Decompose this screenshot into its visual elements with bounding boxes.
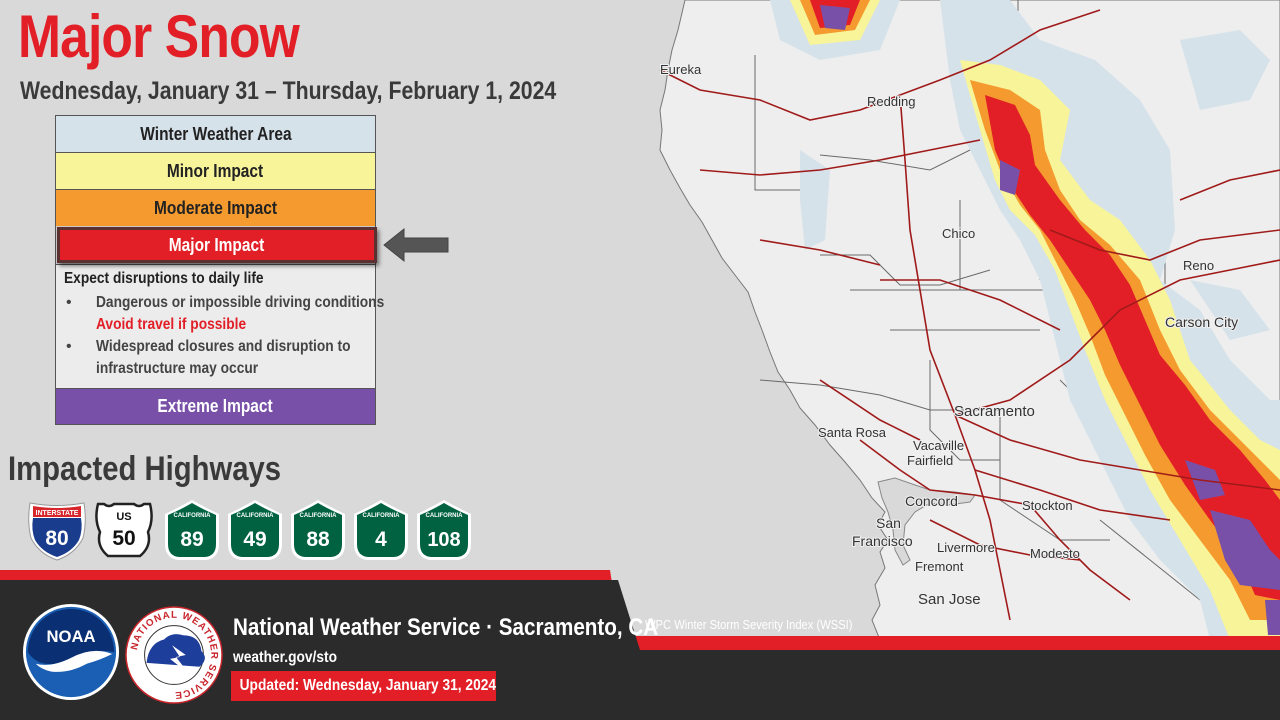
city-label: Redding: [867, 94, 915, 109]
legend-major-impact-row: Major Impact: [55, 226, 377, 264]
us-50-shield-icon: US 50: [95, 502, 153, 558]
city-label: Reno: [1183, 258, 1214, 273]
svg-text:50: 50: [112, 527, 135, 550]
svg-text:80: 80: [45, 527, 68, 550]
svg-text:4: 4: [375, 528, 387, 551]
nws-logo-icon: NATIONAL WEATHER SERVICE: [125, 606, 223, 704]
impact-legend: Winter Weather Area Minor Impact Moderat…: [55, 115, 385, 425]
city-label: Fairfield: [907, 453, 953, 468]
svg-text:US: US: [116, 511, 131, 523]
map-source-label: WPC Winter Storm Severity Index (WSSI): [645, 617, 853, 632]
california-88-shield-icon: CALIFORNIA 88: [291, 500, 345, 560]
office-website-link[interactable]: weather.gov/sto: [233, 649, 337, 667]
city-label: Carson City: [1165, 314, 1238, 330]
svg-text:INTERSTATE: INTERSTATE: [36, 510, 79, 517]
legend-minor-impact: Minor Impact: [55, 152, 376, 189]
city-label: Modesto: [1030, 546, 1080, 561]
details-bullet: • Widespread closures and disruption to: [66, 338, 351, 355]
noaa-logo-icon: NOAA: [22, 603, 120, 701]
highways-title: Impacted Highways: [8, 450, 281, 488]
city-label: Stockton: [1022, 498, 1073, 513]
city-label: Eureka: [660, 62, 702, 77]
city-label: Francisco: [852, 533, 913, 549]
california-49-shield-icon: CALIFORNIA 49: [228, 500, 282, 560]
svg-text:89: 89: [180, 528, 203, 551]
city-label: Chico: [942, 226, 975, 241]
svg-text:NOAA: NOAA: [46, 627, 95, 646]
svg-text:49: 49: [243, 528, 266, 551]
svg-text:CALIFORNIA: CALIFORNIA: [300, 513, 338, 519]
office-name: National Weather Service · Sacramento, C…: [233, 614, 659, 641]
legend-moderate-impact: Moderate Impact: [55, 189, 376, 226]
details-bullet-continued: infrastructure may occur: [96, 360, 259, 377]
major-impact-details: Expect disruptions to daily life • Danger…: [55, 264, 385, 388]
city-label: San: [876, 515, 901, 531]
date-range: Wednesday, January 31 – Thursday, Februa…: [20, 77, 557, 105]
pointer-arrow-icon: [383, 227, 449, 263]
details-heading: Expect disruptions to daily life: [64, 270, 264, 287]
svg-text:CALIFORNIA: CALIFORNIA: [174, 513, 212, 519]
legend-major-impact: Major Impact: [57, 227, 377, 263]
svg-text:108: 108: [427, 529, 460, 551]
svg-text:CALIFORNIA: CALIFORNIA: [426, 513, 464, 519]
california-4-shield-icon: CALIFORNIA 4: [354, 500, 408, 560]
svg-text:CALIFORNIA: CALIFORNIA: [363, 513, 401, 519]
california-108-shield-icon: CALIFORNIA 108: [417, 500, 471, 560]
svg-text:CALIFORNIA: CALIFORNIA: [237, 513, 275, 519]
svg-text:88: 88: [306, 528, 330, 551]
city-label: Santa Rosa: [818, 425, 887, 440]
updated-badge: Updated: Wednesday, January 31, 2024: [231, 671, 496, 701]
page-title: Major Snow: [18, 3, 300, 70]
california-89-shield-icon: CALIFORNIA 89: [165, 500, 219, 560]
interstate-80-shield-icon: INTERSTATE 80: [28, 502, 86, 561]
city-label: Vacaville: [913, 438, 964, 453]
city-label: Sacramento: [954, 403, 1035, 420]
city-label: Concord: [905, 493, 958, 509]
details-bullet: • Dangerous or impossible driving conditi…: [66, 294, 385, 311]
legend-winter-weather-area: Winter Weather Area: [55, 115, 376, 152]
legend-extreme-impact: Extreme Impact: [55, 388, 376, 425]
city-label: Livermore: [937, 540, 995, 555]
details-warning: Avoid travel if possible: [96, 316, 247, 333]
